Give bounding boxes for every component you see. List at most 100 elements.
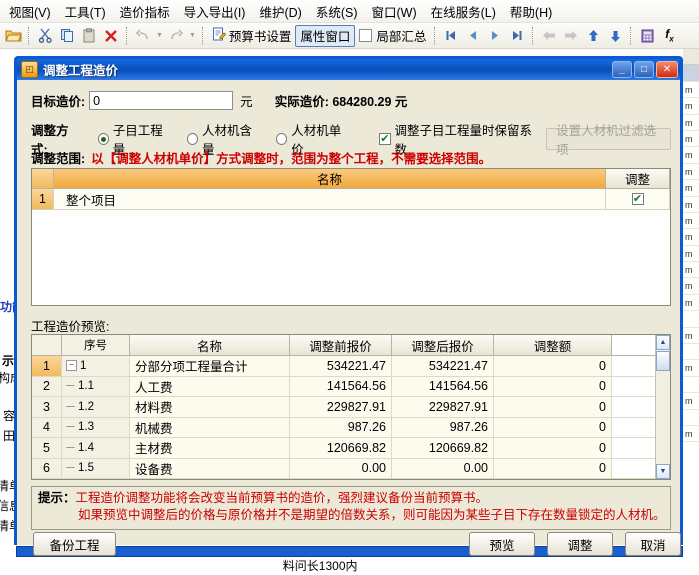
- radio-button-icon[interactable]: [276, 133, 288, 145]
- scroll-down-arrow-icon[interactable]: ▼: [656, 464, 670, 479]
- copy-icon[interactable]: [56, 25, 78, 47]
- move-left-icon: [538, 25, 560, 47]
- menu-item-cost-index[interactable]: 造价指标: [113, 0, 177, 23]
- preview-col-after: 调整后报价: [392, 335, 494, 356]
- row-no-cell[interactable]: ─ 1.2: [62, 397, 130, 418]
- checkbox-icon[interactable]: ✔: [631, 193, 644, 205]
- prev-record-icon[interactable]: [462, 25, 484, 47]
- calculator-icon[interactable]: [636, 25, 658, 47]
- minimize-button[interactable]: _: [612, 61, 632, 78]
- row-no-cell[interactable]: −1: [62, 356, 130, 377]
- row-before: 120669.82: [290, 438, 392, 459]
- row-index: 2: [32, 376, 62, 397]
- dialog-body: 目标造价: 元 实际造价: 684280.29 元 调整方式: 子目工程量 人材…: [17, 80, 681, 556]
- row-no: 1: [80, 359, 87, 372]
- tip-line-2: 如果预览中调整后的价格与原价格并不是期望的倍数关系，则可能因为某些子目下存在数量…: [78, 508, 666, 522]
- scissors-icon[interactable]: [34, 25, 56, 47]
- formula-fx-icon[interactable]: fx: [658, 25, 680, 47]
- folder-open-icon[interactable]: [2, 25, 24, 47]
- table-row[interactable]: 2 ─ 1.1 人工费 141564.56 141564.56 0: [32, 376, 655, 397]
- row-index: 5: [32, 438, 62, 459]
- maximize-button[interactable]: □: [634, 61, 654, 78]
- preview-grid-inner: 序号 名称 调整前报价 调整后报价 调整额 1 −1 分部分项工程量合计 534…: [32, 335, 655, 479]
- set-material-filter-button: 设置人材机过滤选项: [546, 124, 672, 157]
- preview-button[interactable]: 预览: [469, 532, 535, 556]
- checkbox-icon[interactable]: ✔: [379, 133, 391, 145]
- row-name: 机械费: [130, 417, 290, 438]
- adjust-scope-row: 调整范围: 以【调整人材机单价】方式调整时，范围为整个工程，不需要选择范围。: [31, 148, 491, 167]
- row-after: 141564.56: [392, 376, 494, 397]
- local-summary-checkbox[interactable]: [359, 29, 373, 42]
- bg-right-cell: [683, 410, 699, 426]
- preview-grid-header: 序号 名称 调整前报价 调整后报价 调整额: [32, 335, 655, 356]
- local-summary-button[interactable]: 局部汇总: [355, 25, 430, 47]
- menu-item-system[interactable]: 系统(S): [309, 0, 365, 23]
- last-record-icon[interactable]: [506, 25, 528, 47]
- row-index: 3: [32, 397, 62, 418]
- cancel-button[interactable]: 取消: [625, 532, 681, 556]
- bg-right-cell: m: [683, 82, 699, 99]
- scroll-up-arrow-icon[interactable]: ▲: [656, 335, 670, 350]
- close-button[interactable]: ✕: [656, 61, 678, 78]
- row-no-cell[interactable]: ─ 1.1: [62, 376, 130, 397]
- dialog-title-bar[interactable]: ◰ 调整工程造价 _ □ ✕: [17, 59, 680, 80]
- next-record-icon[interactable]: [484, 25, 506, 47]
- target-price-unit: 元: [240, 95, 253, 109]
- menu-item-window[interactable]: 窗口(W): [365, 0, 424, 23]
- table-row[interactable]: 6 ─ 1.5 设备费 0.00 0.00 0: [32, 458, 655, 479]
- table-row[interactable]: 1 整个项目 ✔: [32, 189, 670, 210]
- target-price-row: 目标造价: 元 实际造价: 684280.29 元: [31, 91, 407, 110]
- property-window-button[interactable]: 属性窗口: [295, 24, 356, 47]
- row-name: 分部分项工程量合计: [130, 356, 290, 377]
- redo-dropdown-icon: ▼: [188, 32, 196, 39]
- row-no-cell[interactable]: ─ 1.3: [62, 417, 130, 438]
- row-delta: 0: [494, 356, 612, 377]
- row-no: 1.4: [78, 441, 94, 454]
- first-record-icon[interactable]: [440, 25, 462, 47]
- red-x-icon[interactable]: [100, 25, 122, 47]
- table-row[interactable]: 1 −1 分部分项工程量合计 534221.47 534221.47 0: [32, 356, 655, 377]
- bg-right-cell: m: [683, 295, 699, 312]
- menu-item-import-export[interactable]: 导入导出(I): [177, 0, 253, 23]
- row-before: 987.26: [290, 417, 392, 438]
- bg-right-cell: m: [683, 164, 699, 181]
- menu-item-tools[interactable]: 工具(T): [58, 0, 113, 23]
- row-after: 120669.82: [392, 438, 494, 459]
- adjust-scope-grid[interactable]: 名称 调整 1 整个项目 ✔: [31, 168, 671, 306]
- local-summary-label: 局部汇总: [376, 30, 427, 44]
- menu-item-maintenance[interactable]: 维护(D): [252, 0, 308, 23]
- scrollbar-thumb[interactable]: [656, 351, 670, 371]
- table-row[interactable]: 5 ─ 1.4 主材费 120669.82 120669.82 0: [32, 438, 655, 459]
- menu-item-view[interactable]: 视图(V): [2, 0, 58, 23]
- toolbar-separator-5: [532, 26, 534, 45]
- move-up-icon[interactable]: [582, 25, 604, 47]
- tip-text-1: 工程造价调整功能将会改变当前预算书的造价，强烈建议备份当前预算书。: [75, 491, 489, 505]
- row-name: 材料费: [130, 397, 290, 418]
- bg-right-cell: m: [683, 262, 699, 279]
- row-no-cell[interactable]: ─ 1.4: [62, 438, 130, 459]
- scope-col-adjust: 调整: [606, 169, 670, 189]
- cost-preview-grid[interactable]: 序号 名称 调整前报价 调整后报价 调整额 1 −1 分部分项工程量合计 534…: [31, 334, 671, 480]
- tree-leaf-icon: ─: [66, 462, 75, 475]
- adjust-button[interactable]: 调整: [547, 532, 613, 556]
- target-price-input[interactable]: [89, 91, 234, 110]
- row-name: 人工费: [130, 376, 290, 397]
- preview-vertical-scrollbar[interactable]: ▲ ▼: [655, 335, 670, 479]
- bg-right-cell: [683, 311, 699, 328]
- scope-row-name: 整个项目: [54, 189, 606, 210]
- menu-item-online-service[interactable]: 在线服务(L): [424, 0, 503, 23]
- menu-item-help[interactable]: 帮助(H): [503, 0, 559, 23]
- table-row[interactable]: 4 ─ 1.3 机械费 987.26 987.26 0: [32, 417, 655, 438]
- row-no-cell[interactable]: ─ 1.5: [62, 458, 130, 479]
- table-row[interactable]: 3 ─ 1.2 材料费 229827.91 229827.91 0: [32, 397, 655, 418]
- radio-button-icon[interactable]: [186, 133, 199, 145]
- scope-row-adjust-cell[interactable]: ✔: [606, 189, 670, 210]
- paste-icon[interactable]: [78, 25, 100, 47]
- move-down-icon[interactable]: [604, 25, 626, 47]
- property-window-label: 属性窗口: [300, 30, 351, 44]
- bg-right-cell: m: [683, 360, 699, 377]
- backup-project-button[interactable]: 备份工程: [33, 532, 116, 556]
- radio-button-icon[interactable]: [97, 133, 109, 145]
- tree-collapse-icon[interactable]: −: [66, 360, 77, 372]
- budget-settings-button[interactable]: 预算书设置: [208, 25, 296, 47]
